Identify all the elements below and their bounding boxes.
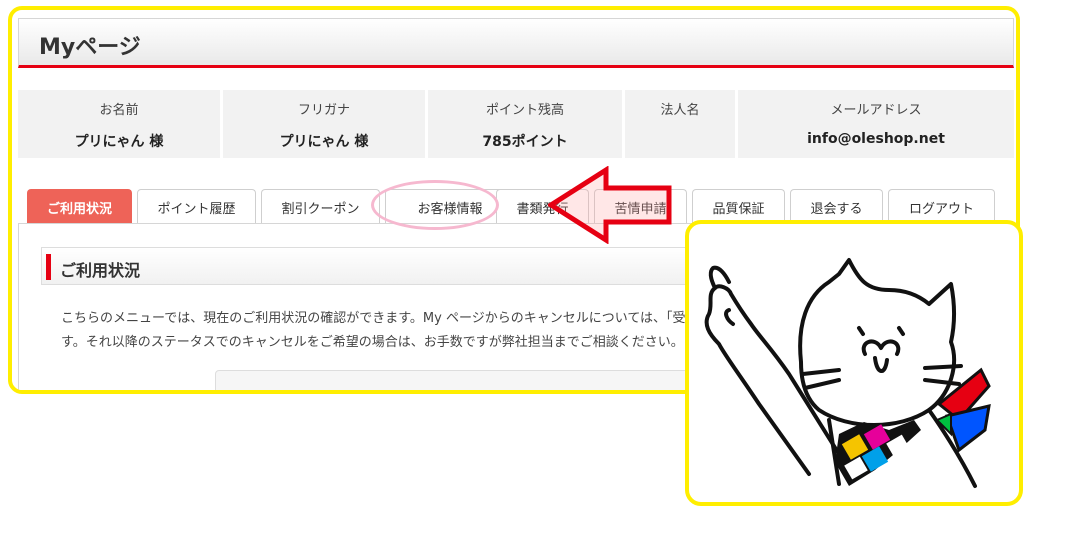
section-description: こちらのメニューでは、現在のご利用状況の確認ができます。My ページからのキャン… [61, 307, 721, 355]
info-value: プリにゃん 様 [74, 134, 164, 150]
tab-point-history[interactable]: ポイント履歴 [137, 189, 256, 225]
info-label: 法人名 [660, 103, 700, 118]
info-label: ポイント残高 [485, 103, 564, 118]
section-accent-bar [46, 254, 51, 280]
info-cell-furigana: フリガナ プリにゃん 様 [223, 90, 425, 158]
info-label: フリガナ [297, 103, 350, 118]
left-arrow-icon [548, 166, 672, 244]
page-header: Myページ [18, 18, 1014, 68]
status-table-box [215, 370, 707, 390]
section-title: ご利用状況 [60, 261, 141, 280]
info-label: お名前 [99, 103, 139, 118]
description-line: こちらのメニューでは、現在のご利用状況の確認ができます。My ページからのキャン… [61, 311, 686, 326]
info-cell-email: メールアドレス info@oleshop.net [738, 90, 1014, 158]
info-value: プリにゃん 様 [279, 134, 369, 150]
info-value: 785ポイント [482, 134, 568, 150]
user-info-table: お名前 プリにゃん 様 フリガナ プリにゃん 様 ポイント残高 785ポイント … [18, 90, 1014, 158]
highlight-oval [371, 180, 499, 230]
info-label: メールアドレス [830, 103, 922, 118]
tab-usage-status[interactable]: ご利用状況 [27, 189, 132, 225]
page-title: Myページ [39, 35, 141, 60]
info-cell-company: 法人名 [625, 90, 735, 158]
info-value: info@oleshop.net [807, 131, 945, 147]
info-cell-name: お名前 プリにゃん 様 [18, 90, 220, 158]
info-cell-points: ポイント残高 785ポイント [428, 90, 622, 158]
description-line: す。それ以降のステータスでのキャンセルをご希望の場合は、お手数ですが弊社担当まで… [61, 335, 684, 350]
pointing-cat-mascot-icon [704, 258, 991, 488]
mascot-box [685, 220, 1023, 506]
tab-discount-coupon[interactable]: 割引クーポン [261, 189, 380, 225]
